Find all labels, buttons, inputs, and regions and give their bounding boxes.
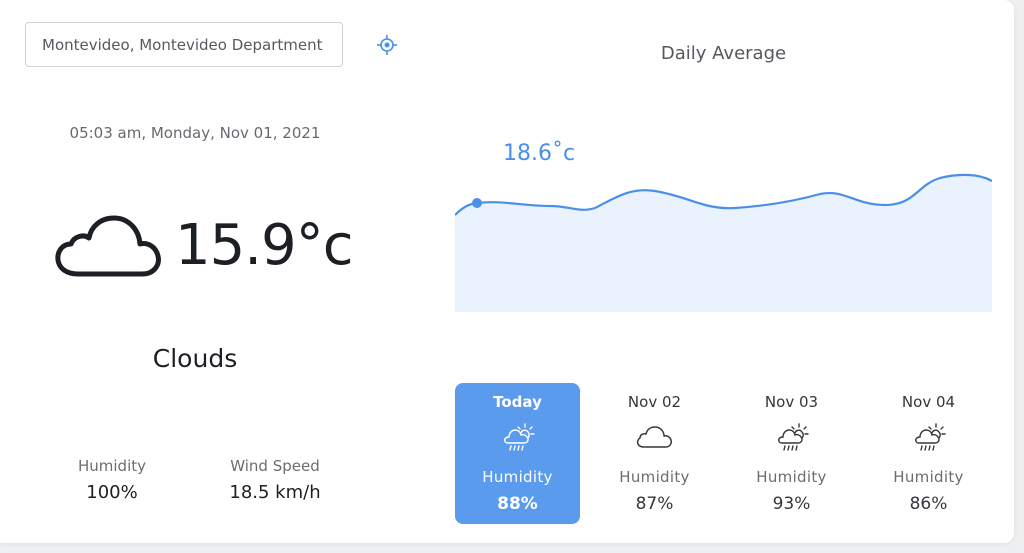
forecast-day-nov-03[interactable]: Nov 03 Humidity 93%	[729, 383, 854, 524]
highlighted-temperature-label: 18.6˚c	[503, 141, 576, 166]
forecast-day-name: Nov 04	[901, 393, 956, 411]
forecast-day-today[interactable]: Today Humidity 88%	[455, 383, 580, 524]
forecast-humidity-label: Humidity	[756, 468, 827, 486]
humidity-value: 100%	[86, 482, 138, 503]
forecast-humidity-value: 88%	[497, 494, 538, 514]
locate-me-icon[interactable]	[376, 34, 398, 56]
rain-sun-icon	[915, 423, 946, 451]
weather-card: 05:03 am, Monday, Nov 01, 2021 15.9°c Cl…	[0, 0, 1014, 543]
forecast-day-name: Nov 03	[764, 393, 819, 411]
current-temperature: 15.9°c	[175, 213, 353, 278]
forecast-humidity-value: 86%	[909, 494, 948, 514]
cloud-icon	[636, 426, 672, 448]
location-search-input[interactable]	[25, 22, 343, 67]
wind-speed-label: Wind Speed	[230, 457, 320, 475]
forecast-day-name: Nov 02	[627, 393, 682, 411]
forecast-humidity-label: Humidity	[619, 468, 690, 486]
chart-area	[455, 174, 992, 312]
forecast-humidity-label: Humidity	[893, 468, 964, 486]
humidity-label: Humidity	[77, 457, 146, 475]
forecast-humidity-value: 87%	[635, 494, 674, 514]
forecast-humidity-value: 93%	[772, 494, 811, 514]
weather-condition: Clouds	[152, 344, 238, 373]
forecast-day-nov-04[interactable]: Nov 04 Humidity 86%	[866, 383, 991, 524]
cloud-icon	[55, 215, 161, 277]
rain-sun-icon	[504, 423, 535, 451]
forecast-day-name: Today	[493, 393, 542, 411]
rain-sun-icon	[778, 423, 809, 451]
daily-average-title: Daily Average	[660, 43, 787, 64]
current-datetime: 05:03 am, Monday, Nov 01, 2021	[69, 124, 321, 142]
wind-speed-value: 18.5 km/h	[229, 482, 321, 503]
forecast-day-nov-02[interactable]: Nov 02 Humidity 87%	[592, 383, 717, 524]
forecast-humidity-label: Humidity	[482, 468, 553, 486]
daily-average-chart	[455, 173, 992, 312]
chart-highlight-point	[472, 198, 482, 208]
